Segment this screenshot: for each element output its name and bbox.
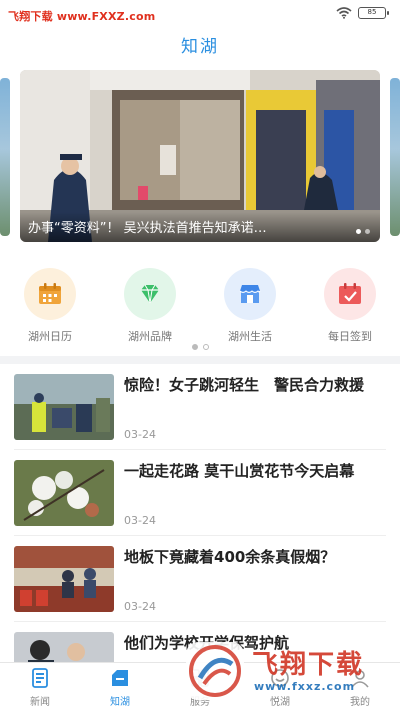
quick-link-calendar[interactable]: 湖州日历 xyxy=(0,268,100,344)
news-item[interactable]: 惊险！女子跳河轻生 警民合力救援 03-24 xyxy=(0,364,400,450)
quick-link-circle xyxy=(324,268,376,320)
quick-link-label: 湖州生活 xyxy=(228,330,272,343)
diamond-icon xyxy=(141,284,159,304)
news-thumbnail xyxy=(14,374,114,440)
banner-carousel[interactable]: 办事“零资料”！ 吴兴执法首推告知承诺… xyxy=(0,70,400,246)
wifi-icon xyxy=(336,7,352,19)
news-item[interactable]: 一起走花路 莫干山赏花节今天启幕 03-24 xyxy=(0,450,400,536)
banner-next-peek[interactable] xyxy=(390,78,400,236)
watermark-text: 飞翔下载 www.FXXZ.com xyxy=(8,10,156,23)
tab-label: 新闻 xyxy=(30,697,50,708)
store-icon xyxy=(239,285,261,303)
tab-zhihu[interactable]: 知湖 xyxy=(80,667,160,708)
zhihu-home-icon xyxy=(112,670,128,686)
quick-link-label: 湖州日历 xyxy=(28,330,72,343)
pager-dot xyxy=(191,344,198,350)
quick-link-label: 每日签到 xyxy=(328,330,372,343)
news-date: 03-24 xyxy=(124,428,156,441)
news-title: 一起走花路 莫干山赏花节今天启幕 xyxy=(124,462,355,480)
section-divider xyxy=(0,356,400,364)
news-title: 地板下竟藏着400余条真假烟？ xyxy=(124,548,336,566)
banner-dot xyxy=(365,229,370,234)
news-date: 03-24 xyxy=(124,600,156,613)
tab-label: 知湖 xyxy=(110,697,130,708)
news-item[interactable]: 地板下竟藏着400余条真假烟？ 03-24 xyxy=(0,536,400,622)
tab-news[interactable]: 新闻 xyxy=(0,667,80,708)
page-title: 知湖 xyxy=(181,37,219,57)
banner-prev-peek[interactable] xyxy=(0,78,10,236)
quick-link-circle xyxy=(224,268,276,320)
quick-link-checkin[interactable]: 每日签到 xyxy=(300,268,400,344)
quick-links: 湖州日历 湖州品牌 湖州生活 每日签到 xyxy=(0,268,400,348)
quick-link-circle xyxy=(124,268,176,320)
checkin-calendar-icon xyxy=(339,283,361,304)
banner-dot xyxy=(356,229,361,234)
quick-link-circle xyxy=(24,268,76,320)
banner-caption: 办事“零资料”！ 吴兴执法首推告知承诺… xyxy=(28,221,267,236)
news-date: 03-24 xyxy=(124,514,156,527)
news-icon xyxy=(32,668,48,688)
quick-links-pager xyxy=(0,344,400,350)
banner-caption-overlay: 办事“零资料”！ 吴兴执法首推告知承诺… xyxy=(20,212,380,242)
battery-icon: 85 xyxy=(358,7,389,19)
status-icons: 85 xyxy=(336,7,389,19)
quick-link-label: 湖州品牌 xyxy=(128,330,172,343)
watermark-logo-url: www.fxxz.com xyxy=(254,680,356,693)
news-thumbnail xyxy=(14,460,114,526)
quick-link-brand[interactable]: 湖州品牌 xyxy=(100,268,200,344)
calendar-icon xyxy=(39,283,61,304)
status-bar: 飞翔下载 www.FXXZ.com 85 xyxy=(0,0,400,28)
banner-slide[interactable]: 办事“零资料”！ 吴兴执法首推告知承诺… xyxy=(20,70,380,242)
news-title: 惊险！女子跳河轻生 警民合力救援 xyxy=(124,376,365,394)
watermark-logo-text: 飞翔下载 xyxy=(252,650,365,680)
quick-link-life[interactable]: 湖州生活 xyxy=(200,268,300,344)
pager-dot xyxy=(202,344,209,350)
banner-indicator xyxy=(356,229,370,234)
news-thumbnail xyxy=(14,546,114,612)
